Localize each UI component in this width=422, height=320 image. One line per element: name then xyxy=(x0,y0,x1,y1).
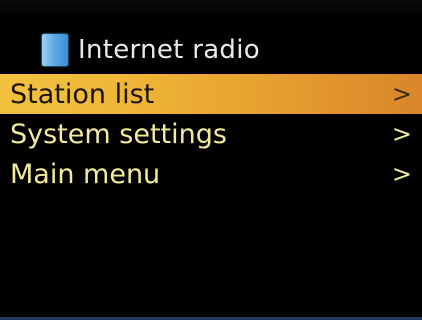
menu-item-label: Station list xyxy=(10,78,155,110)
menu-item-label: System settings xyxy=(10,118,227,150)
menu-item-system-settings[interactable]: System settings > xyxy=(0,114,422,154)
chevron-right-icon: > xyxy=(391,80,412,108)
chevron-right-icon: > xyxy=(391,160,412,188)
menu-item-label: Main menu xyxy=(10,158,161,190)
chevron-right-icon: > xyxy=(391,120,412,148)
screen-top-edge xyxy=(0,0,422,20)
menu-item-station-list[interactable]: Station list > xyxy=(0,74,422,114)
menu-item-main-menu[interactable]: Main menu > xyxy=(0,154,422,194)
screen-title: Internet radio xyxy=(78,35,260,65)
radio-screen: Internet radio Station list > System set… xyxy=(0,0,422,320)
menu-list: Station list > System settings > Main me… xyxy=(0,74,422,194)
internet-radio-icon xyxy=(42,34,68,66)
screen-header: Internet radio xyxy=(0,28,422,72)
